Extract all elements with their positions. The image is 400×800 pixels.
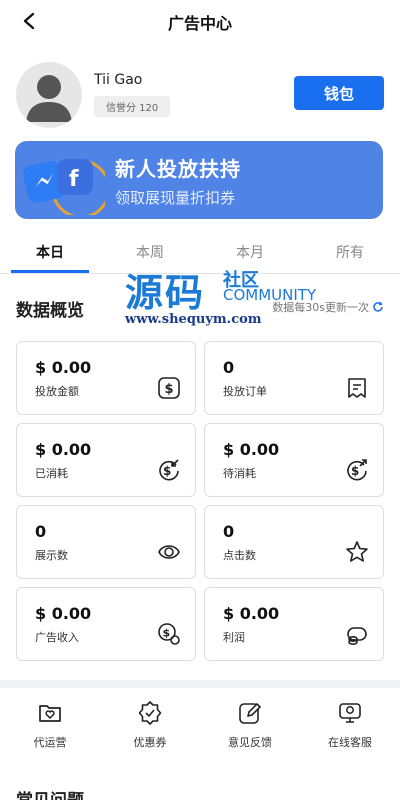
star-click-icon: [346, 541, 368, 562]
stat-value: $ 0.00: [223, 604, 280, 623]
svg-text:$: $: [165, 382, 174, 397]
stat-value: 0: [35, 522, 47, 541]
avatar[interactable]: [16, 62, 82, 128]
stat-card-ad-spend[interactable]: $ 0.00 投放金额 $: [16, 341, 196, 415]
promo-art-icon: f: [23, 159, 105, 215]
user-icon: [26, 75, 72, 122]
stat-label: 投放金额: [35, 385, 79, 398]
banner-subtitle: 领取展现量折扣券: [115, 189, 236, 207]
svg-text:$: $: [163, 464, 171, 478]
stat-label: 已消耗: [35, 467, 68, 480]
coin-icon: $: [158, 623, 180, 645]
stat-label: 展示数: [35, 549, 68, 562]
tab-week[interactable]: 本周: [100, 232, 200, 273]
top-bar: 广告中心: [0, 0, 400, 42]
credit-badge: 信誉分 120: [94, 96, 171, 117]
quick-action-coupons[interactable]: 优惠券: [100, 700, 200, 756]
stat-card-clicks[interactable]: 0 点击数: [204, 505, 384, 579]
promo-banner[interactable]: f 新人投放扶持 领取展现量折扣券: [15, 141, 383, 219]
tab-all[interactable]: 所有: [300, 232, 400, 273]
stat-label: 投放订单: [223, 385, 267, 398]
quick-actions: 代运营 优惠券 意见反馈 在线客服: [0, 700, 400, 756]
dollar-out-icon: $: [347, 459, 367, 481]
edit-icon: [239, 703, 261, 724]
stat-label: 待消耗: [223, 467, 256, 480]
eye-icon: [158, 545, 180, 559]
stat-card-impressions[interactable]: 0 展示数: [16, 505, 196, 579]
page-title: 广告中心: [167, 14, 232, 33]
svg-text:$: $: [163, 627, 171, 640]
stat-card-consumed[interactable]: $ 0.00 已消耗 $: [16, 423, 196, 497]
quick-action-label: 优惠券: [133, 736, 167, 749]
quick-action-label: 在线客服: [328, 736, 372, 749]
money-bag-icon: [347, 627, 367, 645]
tab-month[interactable]: 本月: [200, 232, 300, 273]
overview-title: 数据概览: [16, 301, 84, 321]
wallet-button[interactable]: 钱包: [294, 76, 384, 110]
stat-card-profit[interactable]: $ 0.00 利润: [204, 587, 384, 661]
refresh-icon: [373, 301, 383, 312]
badge-check-icon: [138, 701, 162, 725]
stat-label: 广告收入: [35, 631, 79, 644]
stat-value: $ 0.00: [223, 440, 280, 459]
quick-action-support[interactable]: 在线客服: [300, 700, 400, 756]
stat-label: 点击数: [223, 549, 256, 562]
period-tabs: 本日 本周 本月 所有: [0, 232, 400, 274]
dollar-box-icon: $: [158, 377, 180, 399]
faq-title: 常见问题: [16, 786, 84, 800]
quick-action-label: 代运营: [33, 736, 67, 749]
stat-label: 利润: [223, 631, 245, 644]
tab-today[interactable]: 本日: [0, 232, 100, 273]
heart-folder-icon: [39, 705, 61, 722]
stat-value: 0: [223, 522, 235, 541]
refresh-note[interactable]: 数据每30s更新一次: [272, 299, 384, 315]
receipt-icon: [348, 378, 366, 398]
stat-value: $ 0.00: [35, 604, 92, 623]
stat-card-pending[interactable]: $ 0.00 待消耗 $: [204, 423, 384, 497]
quick-action-feedback[interactable]: 意见反馈: [200, 700, 300, 756]
chat-monitor-icon: [339, 703, 361, 723]
overview-header: 数据概览 数据每30s更新一次: [16, 296, 384, 321]
stat-value: $ 0.00: [35, 440, 92, 459]
quick-action-managed-ops[interactable]: 代运营: [0, 700, 100, 756]
user-name: Tii Gao: [94, 72, 143, 88]
stat-value: $ 0.00: [35, 358, 92, 377]
svg-text:$: $: [351, 464, 359, 478]
stat-card-revenue[interactable]: $ 0.00 广告收入 $: [16, 587, 196, 661]
stat-value: 0: [223, 358, 235, 377]
quick-action-label: 意见反馈: [228, 736, 272, 749]
refresh-text: 数据每30s更新一次: [272, 301, 369, 314]
stat-card-orders[interactable]: 0 投放订单: [204, 341, 384, 415]
banner-title: 新人投放扶持: [115, 157, 241, 181]
dollar-in-icon: $: [159, 459, 179, 481]
section-divider: [0, 680, 400, 688]
profile-section: Tii Gao 信誉分 120 钱包: [16, 62, 384, 128]
svg-text:f: f: [69, 167, 79, 192]
